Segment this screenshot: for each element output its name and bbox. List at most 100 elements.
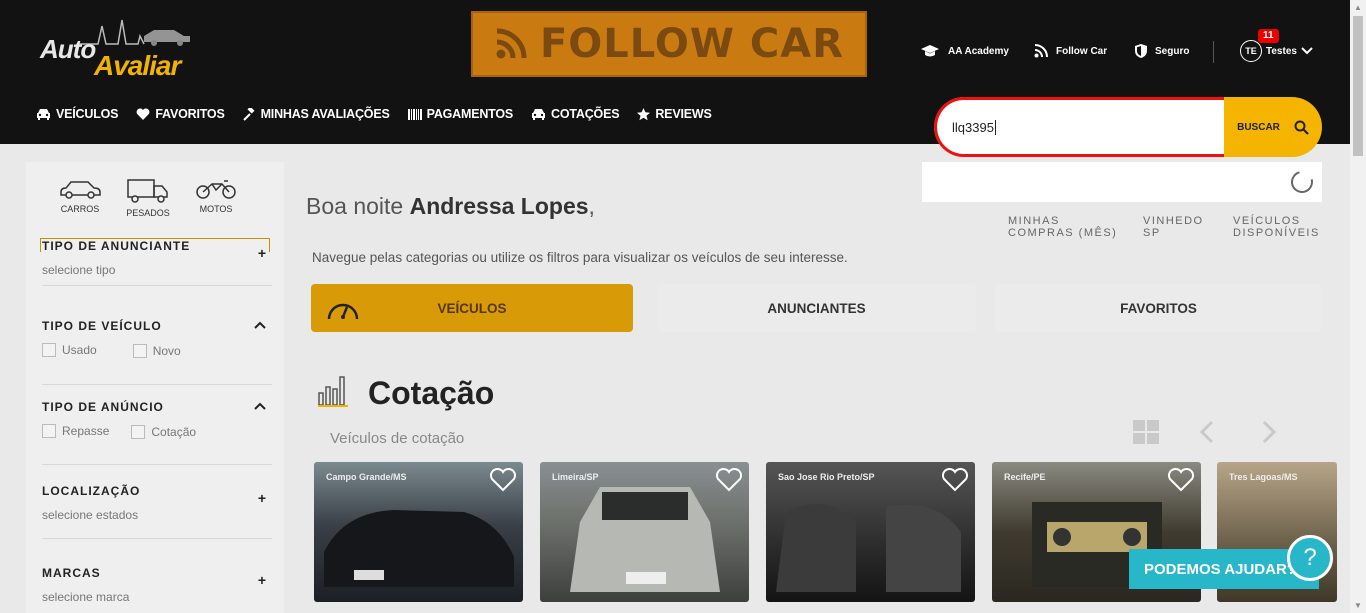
auto-avaliar-logo[interactable]: Auto Avaliar (38, 14, 208, 81)
stat-local: VINHEDO SP (1143, 215, 1204, 239)
filter-marcas[interactable]: MARCAS selecione marca + (42, 566, 272, 604)
nav-favoritos[interactable]: FAVORITOS (136, 107, 225, 121)
tab-veiculos[interactable]: VEÍCULOS (311, 284, 633, 332)
expand-icon[interactable]: + (258, 490, 266, 506)
filter-tipo-anuncio: TIPO DE ANÚNCIO Repasse Cotação (42, 400, 272, 465)
filter-title: TIPO DE ANÚNCIO (42, 400, 164, 414)
checkbox-usado[interactable]: Usado (42, 341, 97, 358)
nav-label: REVIEWS (655, 107, 712, 121)
nav-label: VEÍCULOS (56, 107, 119, 121)
checkbox-icon (131, 425, 146, 439)
follow-car-label: Follow Car (1056, 45, 1108, 57)
checkbox-label: Cotação (151, 425, 197, 439)
nav-label: FAVORITOS (155, 107, 225, 121)
follow-car-banner[interactable]: FOLLOW CAR (471, 11, 867, 77)
graduation-cap-icon (921, 45, 939, 57)
checkbox-label: Usado (62, 342, 97, 357)
logo-text-bottom: Avaliar (94, 50, 181, 81)
truck-icon (127, 179, 168, 203)
car-icon (37, 109, 50, 120)
vehicle-type-carros[interactable]: CARROS (56, 178, 104, 218)
card-location: Sao Jose Rio Preto/SP (778, 472, 875, 482)
aa-academy-link[interactable]: AA Academy (920, 40, 1009, 62)
stat-line: SP (1143, 227, 1161, 239)
checkbox-repasse[interactable]: Repasse (42, 422, 109, 439)
vehicle-card[interactable]: Campo Grande/MS (314, 462, 523, 602)
filter-title: LOCALIZAÇÃO (42, 484, 141, 498)
seguro-link[interactable]: Seguro (1135, 40, 1189, 62)
filter-placeholder: selecione estados (42, 508, 139, 522)
section-title: Cotação (368, 375, 495, 411)
follow-car-link[interactable]: Follow Car (1034, 40, 1107, 62)
search-button[interactable]: BUSCAR (1224, 97, 1322, 157)
car-icon (532, 109, 546, 120)
barcode-icon (407, 108, 422, 120)
nav-minhas-avaliacoes[interactable]: MINHAS AVALIAÇÕES (242, 107, 390, 121)
checkbox-cotacao[interactable]: Cotação (131, 425, 196, 439)
nav-label: PAGAMENTOS (426, 107, 514, 121)
stat-line: MINHAS (1008, 215, 1060, 227)
heart-icon[interactable] (715, 468, 743, 492)
vehicle-type-pesados[interactable]: PESADOS (124, 178, 172, 218)
logo-text-top: Auto (40, 34, 96, 64)
shield-icon (1135, 44, 1147, 58)
filter-tipo-veiculo: TIPO DE VEÍCULO Usado Novo (42, 319, 272, 385)
vehicle-type-label: CARROS (60, 204, 100, 214)
nav-label: COTAÇÕES (551, 107, 620, 121)
search-value: llq3395 (952, 119, 994, 135)
heart-icon (136, 108, 150, 120)
vehicle-type-motos[interactable]: MOTOS (192, 178, 240, 218)
nav-cotacoes[interactable]: COTAÇÕES (531, 107, 620, 121)
greeting-name: Andressa Lopes (409, 193, 589, 219)
tab-label: FAVORITOS (1120, 300, 1197, 316)
vehicle-card[interactable]: Limeira/SP (540, 462, 749, 602)
filter-title: MARCAS (42, 566, 101, 580)
loading-spinner-icon (1286, 166, 1318, 198)
search-input[interactable]: llq3395 (934, 97, 1224, 157)
filter-placeholder: selecione tipo (42, 263, 116, 277)
page-subtitle: Navegue pelas categorias ou utilize os f… (312, 250, 848, 265)
greeting-prefix: Boa noite (306, 193, 404, 219)
checkbox-novo[interactable]: Novo (132, 344, 181, 358)
nav-pagamentos[interactable]: PAGAMENTOS (407, 107, 514, 121)
car-skyline-icon (80, 19, 190, 46)
stat-compras: MINHAS COMPRAS (MÊS) (1008, 215, 1117, 239)
tab-anunciantes[interactable]: ANUNCIANTES (657, 284, 976, 332)
nav-reviews[interactable]: REVIEWS (637, 107, 712, 121)
vehicle-type-label: PESADOS (126, 208, 170, 218)
section-subtitle: Veículos de cotação (330, 430, 465, 447)
filter-tipo-anunciante[interactable]: TIPO DE ANUNCIANTE selecione tipo + (42, 239, 272, 286)
user-menu[interactable]: TE Testes (1240, 40, 1313, 62)
aa-academy-label: AA Academy (948, 45, 1009, 57)
notification-badge[interactable]: 11 (1258, 29, 1279, 43)
heart-icon[interactable] (941, 468, 969, 492)
chevron-up-icon[interactable] (254, 321, 266, 329)
scroll-up-icon[interactable]: ▲ (1354, 3, 1362, 12)
chevron-left-icon[interactable] (1198, 420, 1216, 444)
scrollbar-thumb[interactable] (1353, 16, 1363, 156)
vehicle-card[interactable]: Sao Jose Rio Preto/SP (766, 462, 975, 602)
scrollbar[interactable]: ▲ ▼ (1350, 0, 1366, 613)
divider (42, 384, 272, 385)
tab-favoritos[interactable]: FAVORITOS (995, 284, 1322, 332)
nav-veiculos[interactable]: VEÍCULOS (36, 107, 119, 121)
card-location: Campo Grande/MS (326, 472, 407, 482)
scroll-down-icon[interactable]: ▼ (1354, 601, 1362, 610)
stat-line: VINHEDO (1143, 215, 1204, 227)
star-icon (637, 107, 651, 120)
chevron-up-icon[interactable] (254, 402, 266, 410)
filter-localizacao[interactable]: LOCALIZAÇÃO selecione estados + (42, 484, 272, 539)
expand-icon[interactable]: + (258, 245, 266, 261)
chevron-right-icon[interactable] (1260, 420, 1278, 444)
heart-icon[interactable] (489, 468, 517, 492)
car-icon (60, 181, 101, 199)
filter-title: TIPO DE VEÍCULO (42, 319, 162, 333)
rss-icon (496, 28, 527, 59)
expand-icon[interactable]: + (258, 572, 266, 588)
help-question-icon[interactable]: ? (1287, 535, 1333, 581)
heart-icon[interactable] (1167, 468, 1195, 492)
user-name: Testes (1266, 45, 1297, 57)
stat-line: DISPONÍVEIS (1233, 227, 1320, 239)
grid-view-icon[interactable] (1133, 420, 1159, 444)
nav-label: MINHAS AVALIAÇÕES (260, 107, 390, 121)
